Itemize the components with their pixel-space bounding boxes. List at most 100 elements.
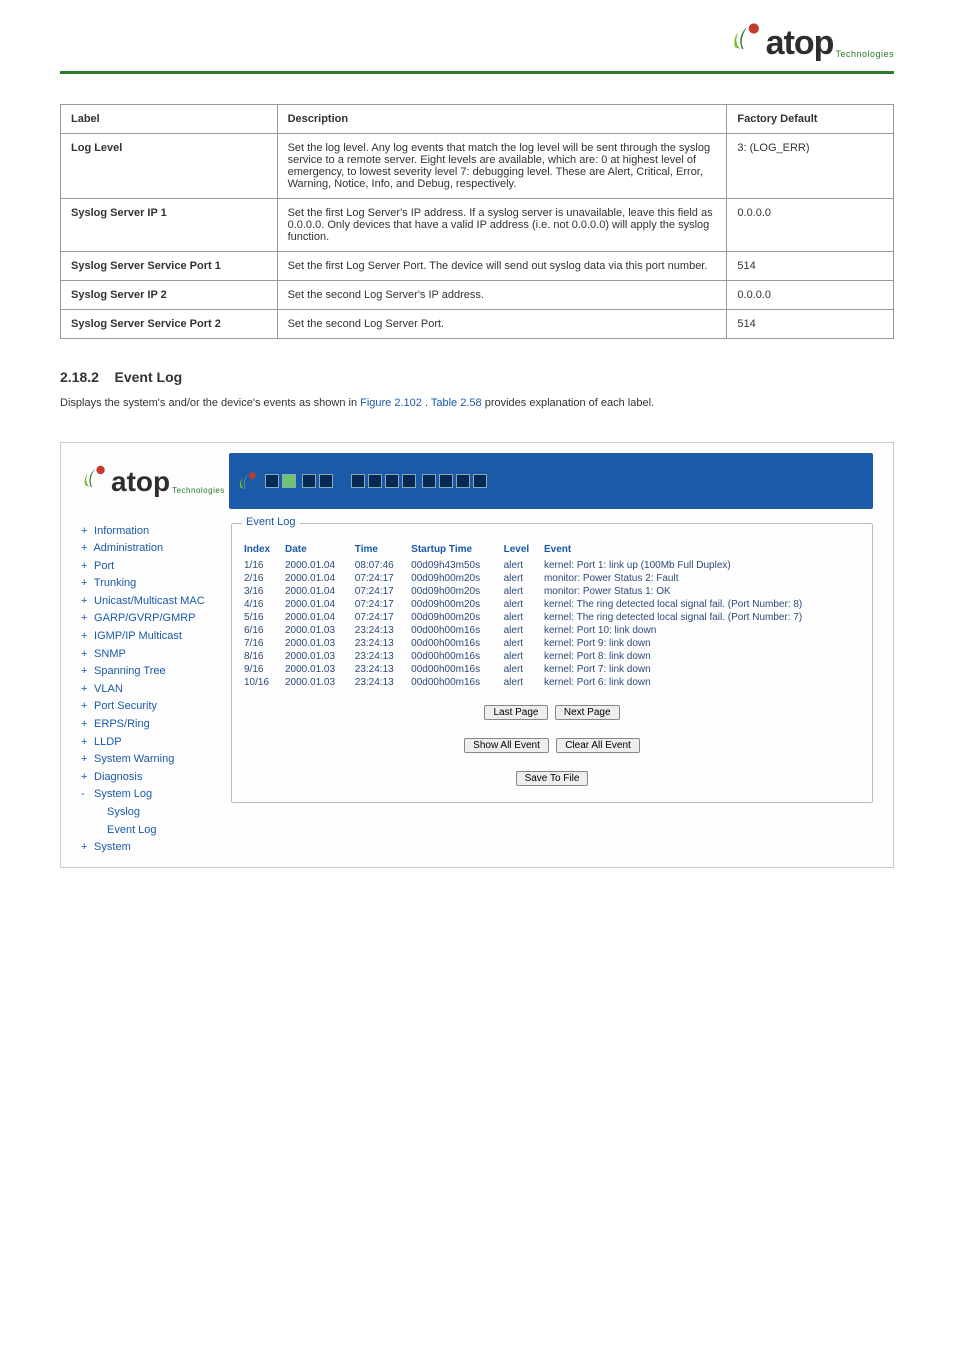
ev-cell-index: 2/16 — [242, 572, 283, 585]
table-row: 7/162000.01.0323:24:1300d00h00m16salertk… — [242, 637, 862, 650]
sidebar-item[interactable]: + VLAN — [81, 681, 231, 699]
section-body-suffix: provides explanation of each label. — [485, 397, 654, 409]
device-image — [229, 453, 873, 509]
sidebar-item-label: IGMP/IP Multicast — [91, 630, 182, 642]
ev-cell-time: 08:07:46 — [353, 559, 409, 572]
sidebar-subitem[interactable]: Event Log — [81, 822, 231, 840]
ev-cell-event: kernel: Port 8: link down — [542, 650, 862, 663]
next-page-button[interactable]: Next Page — [555, 705, 620, 720]
param-default: 0.0.0.0 — [727, 281, 894, 310]
table-row: 10/162000.01.0323:24:1300d00h00m16salert… — [242, 676, 862, 689]
ss-logo-brand: atop — [111, 466, 170, 498]
plus-icon: + — [81, 663, 91, 681]
sidebar-item[interactable]: + System Warning — [81, 751, 231, 769]
ev-cell-startup: 00d09h43m50s — [409, 559, 501, 572]
sidebar-item[interactable]: + SNMP — [81, 646, 231, 664]
ev-cell-event: kernel: The ring detected local signal f… — [542, 611, 862, 624]
ev-header-startup: Startup Time — [409, 542, 501, 559]
plus-icon: + — [81, 734, 91, 752]
last-page-button[interactable]: Last Page — [484, 705, 547, 720]
ev-cell-date: 2000.01.03 — [283, 624, 353, 637]
ev-cell-level: alert — [502, 611, 542, 624]
ev-cell-startup: 00d00h00m16s — [409, 676, 501, 689]
sidebar-nav: + Information+ Administration+ Port+ Tru… — [81, 523, 231, 857]
atop-logo-mark-icon — [81, 463, 109, 491]
sidebar-item-label: LLDP — [91, 736, 122, 748]
sidebar-item[interactable]: + ERPS/Ring — [81, 716, 231, 734]
param-label: Syslog Server IP 1 — [61, 199, 278, 252]
sidebar-item[interactable]: + Port Security — [81, 698, 231, 716]
param-desc: Set the second Log Server Port. — [277, 310, 727, 339]
plus-icon: + — [81, 716, 91, 734]
table-row: Log LevelSet the log level. Any log even… — [61, 134, 894, 199]
ev-header-date: Date — [283, 542, 353, 559]
ev-cell-index: 4/16 — [242, 598, 283, 611]
sidebar-item[interactable]: + Port — [81, 558, 231, 576]
table-row: 2/162000.01.0407:24:1700d09h00m20salertm… — [242, 572, 862, 585]
ev-cell-level: alert — [502, 598, 542, 611]
sidebar-item-label: Spanning Tree — [91, 665, 166, 677]
sidebar-item[interactable]: + Unicast/Multicast MAC — [81, 593, 231, 611]
device-logo-mark — [237, 470, 259, 492]
ev-cell-startup: 00d09h00m20s — [409, 585, 501, 598]
actions-row: Show All Event Clear All Event — [242, 736, 862, 755]
parameters-table: Label Description Factory Default Log Le… — [60, 104, 894, 339]
sidebar-item[interactable]: + Trunking — [81, 575, 231, 593]
param-header-default: Factory Default — [727, 105, 894, 134]
ev-header-level: Level — [502, 542, 542, 559]
plus-icon: + — [81, 681, 91, 699]
sidebar-item[interactable]: + Information — [81, 523, 231, 541]
plus-icon: + — [81, 540, 91, 558]
table-row: Syslog Server IP 2Set the second Log Ser… — [61, 281, 894, 310]
plus-icon: + — [81, 646, 91, 664]
plus-icon: + — [81, 558, 91, 576]
plus-icon: + — [81, 698, 91, 716]
ev-cell-time: 07:24:17 — [353, 611, 409, 624]
ev-header-event: Event — [542, 542, 862, 559]
ev-cell-index: 7/16 — [242, 637, 283, 650]
ev-cell-date: 2000.01.03 — [283, 676, 353, 689]
sidebar-item-label: Unicast/Multicast MAC — [91, 595, 205, 607]
ev-cell-level: alert — [502, 585, 542, 598]
save-to-file-button[interactable]: Save To File — [516, 771, 589, 786]
sidebar-item[interactable]: + System — [81, 839, 231, 857]
sidebar-item-label: Information — [91, 525, 149, 537]
sidebar-item-label: ERPS/Ring — [91, 718, 150, 730]
ev-cell-event: monitor: Power Status 2: Fault — [542, 572, 862, 585]
sidebar-item[interactable]: + GARP/GVRP/GMRP — [81, 610, 231, 628]
plus-icon: + — [81, 628, 91, 646]
ev-cell-event: kernel: The ring detected local signal f… — [542, 598, 862, 611]
ev-cell-date: 2000.01.03 — [283, 637, 353, 650]
sidebar-item[interactable]: + IGMP/IP Multicast — [81, 628, 231, 646]
sidebar-item[interactable]: - System Log — [81, 786, 231, 804]
sidebar-item-label: VLAN — [91, 683, 123, 695]
section-title-text: Event Log — [115, 369, 183, 385]
ev-cell-level: alert — [502, 572, 542, 585]
param-header-label: Label — [61, 105, 278, 134]
ev-cell-event: kernel: Port 6: link down — [542, 676, 862, 689]
sidebar-item-label: System Log — [91, 788, 152, 800]
ev-cell-date: 2000.01.04 — [283, 585, 353, 598]
minus-icon: - — [81, 786, 91, 804]
plus-icon: + — [81, 769, 91, 787]
event-log-panel: Event Log Index Date Time Startup Time L… — [231, 523, 873, 803]
sidebar-item[interactable]: + Administration — [81, 540, 231, 558]
event-log-legend: Event Log — [242, 516, 300, 528]
sidebar-item[interactable]: + Spanning Tree — [81, 663, 231, 681]
param-desc: Set the log level. Any log events that m… — [277, 134, 727, 199]
sidebar-item-label: Administration — [91, 542, 163, 554]
show-all-event-button[interactable]: Show All Event — [464, 738, 549, 753]
ev-cell-level: alert — [502, 624, 542, 637]
sidebar-subitem[interactable]: Syslog — [81, 804, 231, 822]
sidebar-item[interactable]: + Diagnosis — [81, 769, 231, 787]
ev-cell-time: 23:24:13 — [353, 624, 409, 637]
ev-cell-time: 23:24:13 — [353, 663, 409, 676]
ev-cell-index: 1/16 — [242, 559, 283, 572]
ev-cell-time: 07:24:17 — [353, 585, 409, 598]
header-divider — [60, 71, 894, 74]
param-label: Log Level — [61, 134, 278, 199]
sidebar-item-label: Port Security — [91, 700, 157, 712]
clear-all-event-button[interactable]: Clear All Event — [556, 738, 640, 753]
sidebar-item[interactable]: + LLDP — [81, 734, 231, 752]
ev-header-index: Index — [242, 542, 283, 559]
